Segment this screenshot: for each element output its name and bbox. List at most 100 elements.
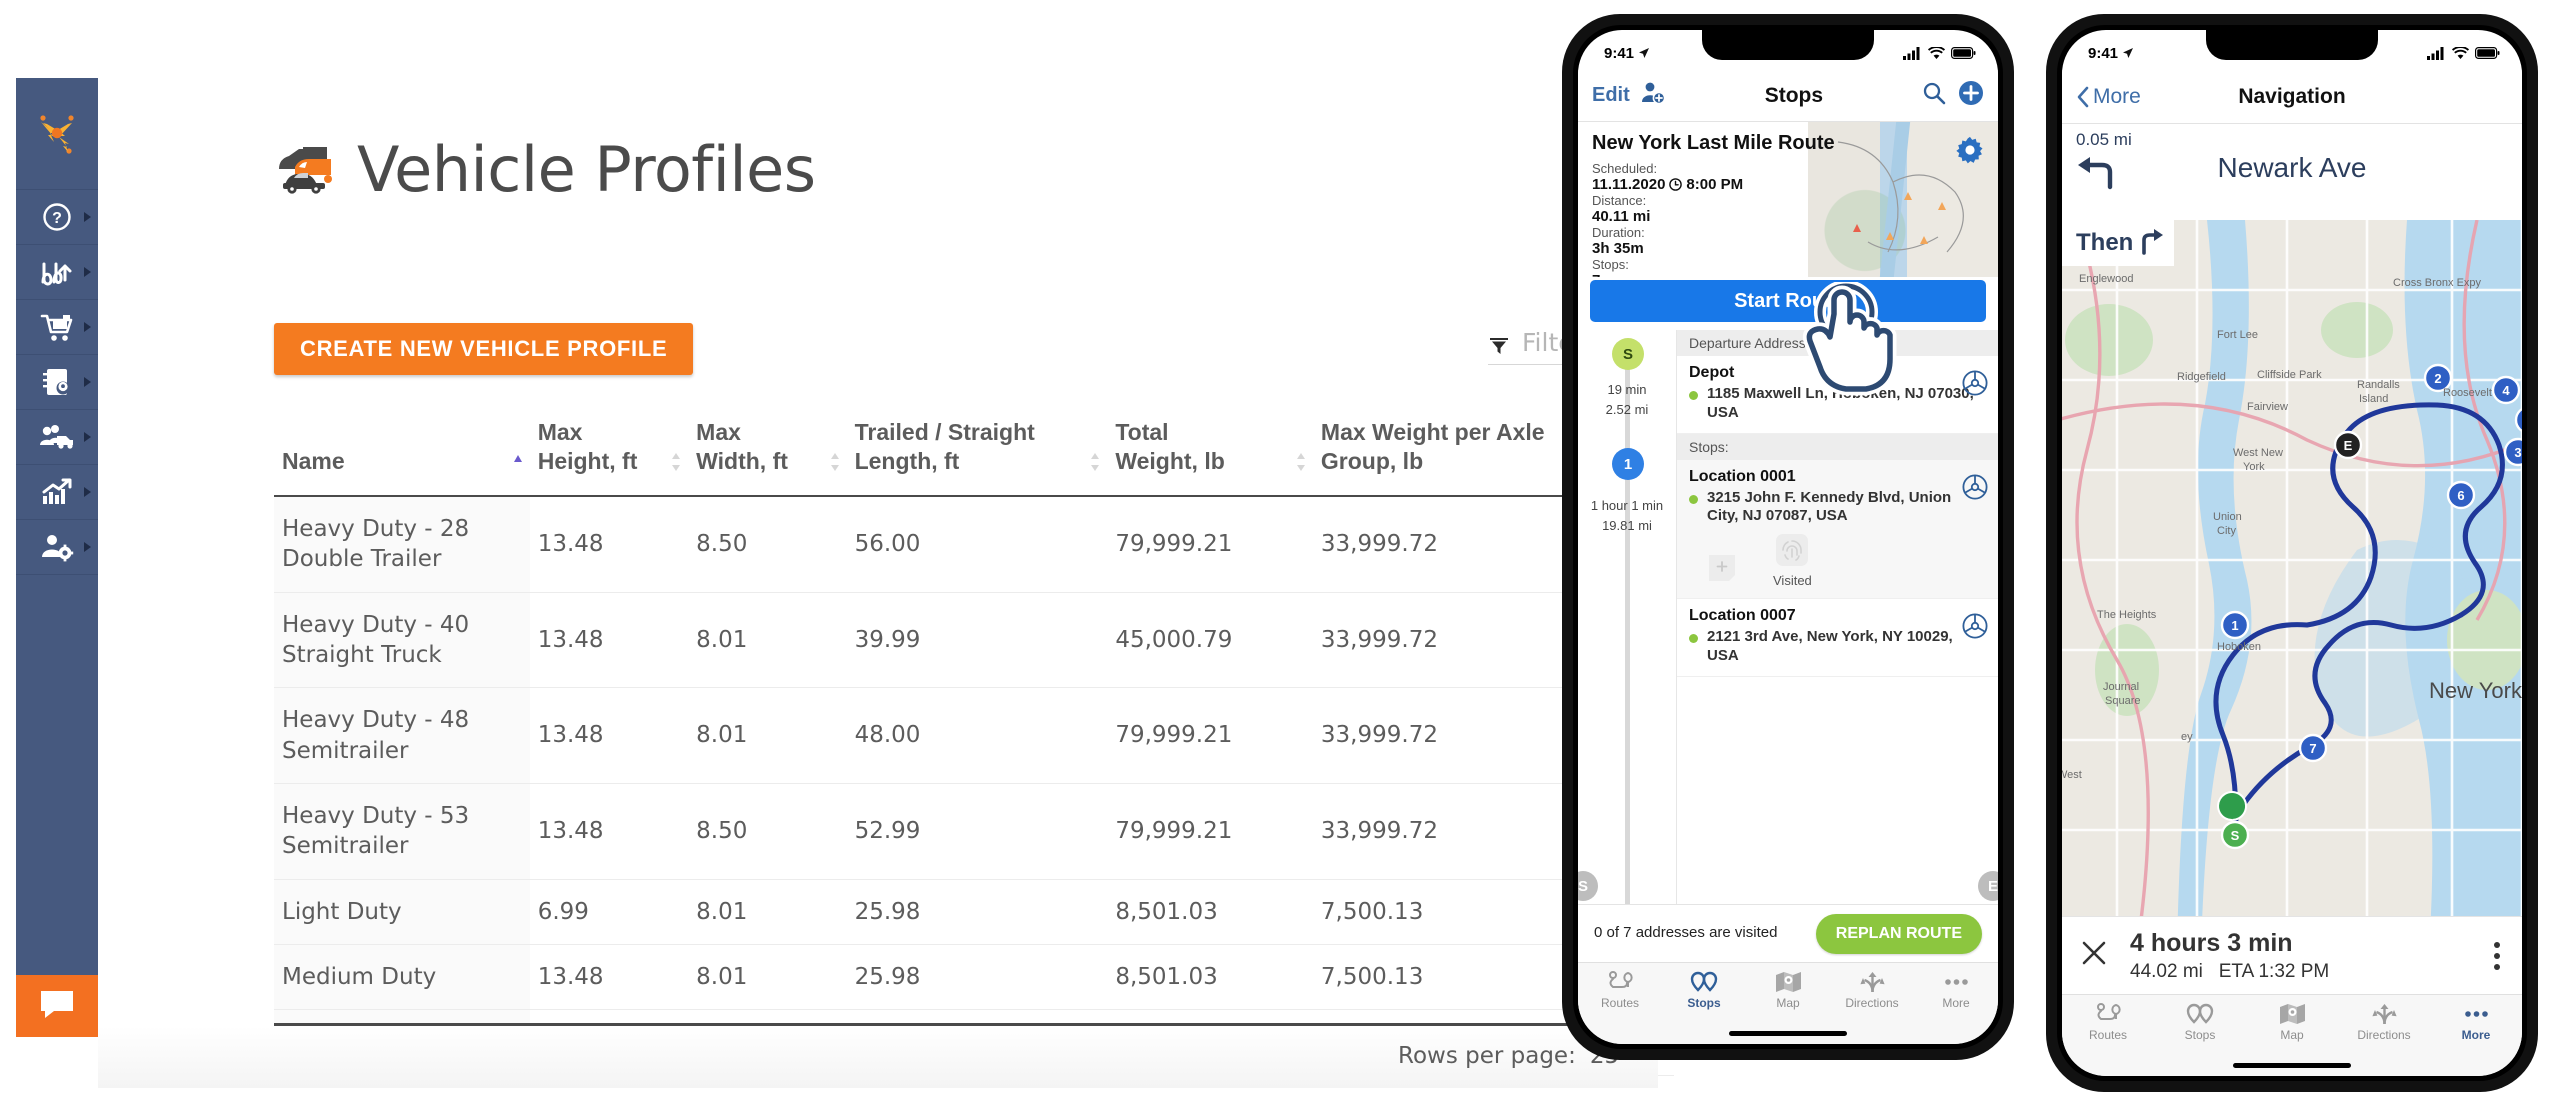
tab-map[interactable]: Map — [1746, 971, 1830, 1010]
kebab-menu-icon[interactable] — [2494, 941, 2500, 970]
sort-asc-icon[interactable] — [512, 451, 524, 473]
steering-wheel-icon[interactable] — [1962, 613, 1988, 644]
list-item-depot[interactable]: Depot 1185 Maxwell Ln, Hoboken, NJ 07030… — [1677, 356, 1998, 434]
page-title: Vehicle Profiles — [357, 133, 816, 206]
depot-address: 1185 Maxwell Ln, Hoboken, NJ 07030, USA — [1689, 385, 1986, 423]
sidebar-item-orders[interactable] — [16, 300, 98, 355]
sidebar-item-help[interactable]: ? — [16, 190, 98, 245]
then-label: Then — [2076, 229, 2134, 256]
list-item-stop[interactable]: Location 0007 2121 3rd Ave, New York, NY… — [1677, 599, 1998, 677]
svg-text:Fairview: Fairview — [2247, 401, 2288, 413]
stop-address: 3215 John F. Kennedy Blvd, Union City, N… — [1689, 489, 1986, 527]
svg-text:Englewood: Englewood — [2079, 273, 2133, 285]
table-row[interactable]: Heavy Duty - 53 Semitrailer 13.48 8.50 5… — [274, 783, 1674, 880]
svg-text:E: E — [2344, 438, 2353, 453]
sidebar-item-analytics[interactable] — [16, 465, 98, 520]
column-header-max-height[interactable]: Max Height, ft — [530, 418, 688, 496]
tab-more[interactable]: More — [2430, 1003, 2522, 1042]
add-member-icon[interactable] — [1640, 81, 1666, 110]
table-row[interactable]: Medium Duty 13.48 8.01 25.98 8,501.03 7,… — [274, 944, 1674, 1011]
tab-label: More — [1942, 996, 1970, 1010]
replan-route-button[interactable]: REPLAN ROUTE — [1815, 913, 1982, 954]
chevron-right-icon — [84, 542, 91, 552]
add-note-icon[interactable] — [1707, 553, 1737, 588]
scheduled-label: Scheduled: — [1592, 161, 1658, 176]
start-route-button[interactable]: Start Route — [1590, 280, 1986, 322]
tab-routes[interactable]: Routes — [1578, 971, 1662, 1010]
clock-icon — [1669, 178, 1683, 191]
cell-axle-weight: 7,500.13 — [1312, 879, 1604, 946]
cell-max-height: 13.48 — [529, 592, 689, 689]
table-row[interactable]: Light Duty 6.99 8.01 25.98 8,501.03 7,50… — [274, 879, 1674, 946]
tab-stops[interactable]: Stops — [2154, 1003, 2246, 1042]
sort-icon[interactable] — [1295, 451, 1307, 473]
stops-count-value: 7 — [1592, 272, 1835, 277]
sort-icon[interactable] — [670, 451, 682, 473]
sidebar-item-address-book[interactable] — [16, 355, 98, 410]
svg-text:2: 2 — [2434, 371, 2441, 386]
fingerprint-icon[interactable] — [1776, 534, 1809, 571]
table-row[interactable]: Heavy Duty - 28 Double Trailer 13.48 8.5… — [274, 495, 1674, 593]
list-item-stop[interactable]: Location 0001 3215 John F. Kennedy Blvd,… — [1677, 459, 1998, 599]
cell-max-height: 13.48 — [529, 495, 689, 593]
tab-routes[interactable]: Routes — [2062, 1003, 2154, 1042]
tab-directions[interactable]: Directions — [1830, 971, 1914, 1010]
svg-text:Fort Lee: Fort Lee — [2217, 329, 2258, 341]
close-x-icon[interactable] — [2080, 939, 2108, 972]
maneuver-street: Newark Ave — [2217, 152, 2367, 183]
column-header-name[interactable]: Name — [274, 418, 530, 496]
filter-funnel-icon — [1488, 335, 1510, 357]
tab-label: Map — [1776, 996, 1800, 1010]
svg-text:?: ? — [52, 210, 62, 227]
steering-wheel-icon[interactable] — [1962, 473, 1988, 505]
home-indicator — [2233, 1063, 2351, 1068]
chat-support-button[interactable] — [16, 975, 98, 1037]
steering-wheel-icon[interactable] — [1962, 370, 1988, 401]
scheduled-value: 11.11.2020 8:00 PM — [1592, 176, 1744, 193]
stops-count-label: Stops: — [1592, 257, 1629, 272]
route-settings-gear-icon[interactable] — [1956, 136, 1984, 169]
address-book-icon — [37, 364, 77, 400]
table-row[interactable]: Heavy Duty - 48 Semitrailer 13.48 8.01 4… — [274, 687, 1674, 785]
svg-text:Hoboken: Hoboken — [2217, 641, 2261, 653]
add-plus-icon[interactable] — [1958, 80, 1984, 111]
edit-button[interactable]: Edit — [1592, 84, 1630, 107]
sort-icon[interactable] — [829, 451, 841, 473]
tab-stops[interactable]: Stops — [1662, 971, 1746, 1010]
map-fold-icon — [1775, 972, 1801, 992]
svg-text:Cross Bronx Expy: Cross Bronx Expy — [2393, 277, 2482, 289]
analytics-chart-icon — [37, 474, 77, 510]
more-dots-icon — [2464, 1011, 2488, 1017]
tab-label: Map — [2280, 1028, 2304, 1042]
column-header-total-weight[interactable]: Total Weight, lb — [1107, 418, 1313, 496]
cell-name: Heavy Duty - 40 Straight Truck — [274, 592, 530, 689]
app-logo[interactable] — [16, 78, 98, 190]
tab-more[interactable]: More — [1914, 971, 1998, 1010]
sidebar-item-settings[interactable] — [16, 520, 98, 575]
cell-length: 52.99 — [846, 783, 1108, 880]
stops-list-area: S 19 min 2.52 mi 1 1 hour 1 min 19.81 mi… — [1578, 330, 1998, 904]
sort-icon[interactable] — [1089, 451, 1101, 473]
stops-navbar: Edit Stops — [1578, 70, 1998, 122]
search-icon[interactable] — [1922, 81, 1946, 110]
cell-max-height: 13.48 — [529, 783, 689, 880]
svg-text:S: S — [2231, 828, 2240, 843]
tab-directions[interactable]: Directions — [2338, 1003, 2430, 1042]
svg-text:York: York — [2243, 461, 2265, 473]
sidebar-item-routes[interactable] — [16, 245, 98, 300]
route-summary-card[interactable]: New York Last Mile Route Scheduled: 11.1… — [1578, 122, 1998, 277]
column-header-max-width[interactable]: Max Width, ft — [688, 418, 846, 496]
create-new-vehicle-profile-button[interactable]: CREATE NEW VEHICLE PROFILE — [274, 323, 694, 375]
table-row[interactable]: Heavy Duty - 40 Straight Truck 13.48 8.0… — [274, 592, 1674, 689]
sidebar-item-team[interactable] — [16, 410, 98, 465]
stops-pins-icon — [1690, 971, 1718, 992]
cell-length: 56.00 — [846, 495, 1108, 593]
page-header: Vehicle Profiles — [273, 133, 816, 206]
duration-label: Duration: — [1592, 225, 1645, 240]
cell-max-width: 8.01 — [688, 687, 847, 785]
navigation-map[interactable]: S E 1 2 3 4 5 6 7 field Englewood — [2062, 220, 2522, 916]
column-header-axle-weight[interactable]: Max Weight per Axle Group, lb — [1313, 418, 1604, 496]
column-header-length[interactable]: Trailed / Straight Length, ft — [847, 418, 1108, 496]
status-dot-icon — [1689, 634, 1698, 643]
tab-map[interactable]: Map — [2246, 1003, 2338, 1042]
